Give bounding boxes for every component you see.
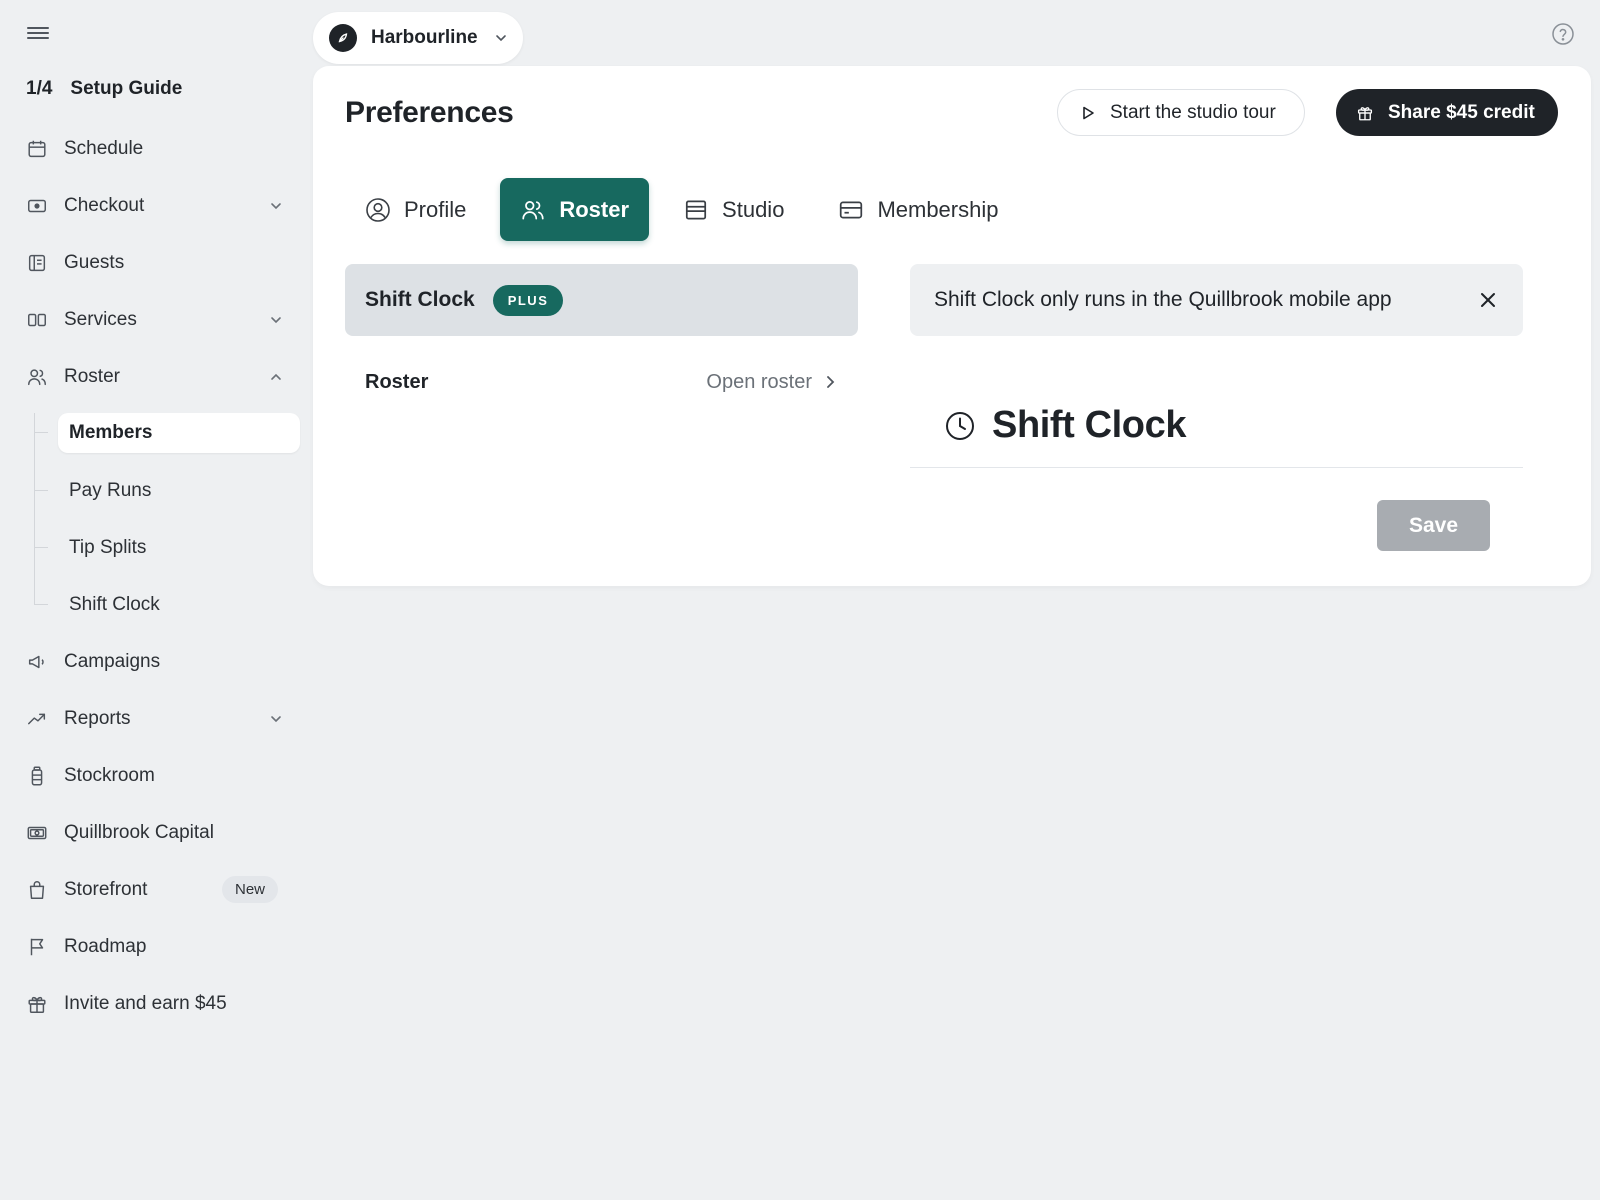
megaphone-icon <box>26 651 48 673</box>
roster-row: Roster Open roster <box>345 348 858 416</box>
setup-guide-label: Setup Guide <box>70 78 183 99</box>
start-tour-button[interactable]: Start the studio tour <box>1057 89 1305 136</box>
setup-guide-progress: 1/4 <box>26 78 53 99</box>
mobile-app-notice: Shift Clock only runs in the Quillbrook … <box>910 264 1523 336</box>
tab-roster[interactable]: Roster <box>500 178 650 241</box>
open-roster-link[interactable]: Open roster <box>706 371 838 394</box>
calendar-icon <box>26 138 48 160</box>
notice-text: Shift Clock only runs in the Quillbrook … <box>934 288 1392 311</box>
tab-profile[interactable]: Profile <box>345 178 486 241</box>
sidebar-item-label: Checkout <box>64 194 145 216</box>
sidebar-item-guests[interactable]: Guests <box>0 234 310 291</box>
close-icon[interactable] <box>1477 289 1499 311</box>
share-credit-button[interactable]: Share $45 credit <box>1336 89 1558 136</box>
roster-row-label: Roster <box>365 370 429 393</box>
chevron-down-icon[interactable] <box>268 312 284 328</box>
shopping-bag-icon <box>26 879 48 901</box>
register-icon <box>26 195 48 217</box>
user-circle-icon <box>366 197 390 222</box>
sidebar-item-label: Roadmap <box>64 935 147 957</box>
trend-up-icon <box>26 708 48 730</box>
users-icon <box>26 366 48 388</box>
setup-guide[interactable]: 1/4 Setup Guide <box>26 78 182 100</box>
contact-book-icon <box>26 252 48 274</box>
services-icon <box>26 309 48 331</box>
sidebar-item-schedule[interactable]: Schedule <box>0 120 310 177</box>
chevron-right-icon <box>827 376 835 388</box>
gift-icon <box>26 993 48 1015</box>
sidebar-item-label: Campaigns <box>64 650 161 672</box>
bottle-icon <box>26 765 48 787</box>
sidebar-item-label: Invite and earn $45 <box>64 992 227 1014</box>
tab-label: Profile <box>404 196 467 222</box>
sidebar-subitem-members[interactable]: Members <box>34 413 300 453</box>
start-tour-label: Start the studio tour <box>1110 101 1276 123</box>
sidebar-nav: Schedule Checkout Guests Services Roster… <box>0 120 310 1032</box>
credit-card-icon <box>840 201 863 218</box>
preferences-card: Preferences Start the studio tour Share … <box>313 66 1591 586</box>
sidebar-subitem-tip-splits[interactable]: Tip Splits <box>34 519 310 576</box>
feature-row-shift-clock[interactable]: Shift Clock PLUS <box>345 264 858 336</box>
gift-icon <box>1357 106 1373 120</box>
new-badge: New <box>221 876 278 903</box>
tab-studio[interactable]: Studio <box>663 178 804 241</box>
sidebar-item-label: Stockroom <box>64 764 155 786</box>
sidebar-item-label: Schedule <box>64 137 144 159</box>
sidebar-item-stockroom[interactable]: Stockroom <box>0 747 310 804</box>
sidebar-subitem-shift-clock[interactable]: Shift Clock <box>34 576 310 633</box>
tab-membership[interactable]: Membership <box>818 178 1018 241</box>
section-header: Shift Clock <box>910 384 1523 468</box>
sidebar-item-storefront[interactable]: Storefront New <box>0 861 310 918</box>
chevron-down-icon <box>493 30 509 46</box>
sidebar-item-campaigns[interactable]: Campaigns <box>0 633 310 690</box>
roster-subnav: Members Pay Runs Tip Splits Shift Clock <box>34 413 310 633</box>
storefront-icon <box>685 199 707 220</box>
sidebar-item-label: Reports <box>64 707 131 729</box>
menu-icon[interactable] <box>24 22 52 44</box>
sidebar-item-label: Guests <box>64 251 125 273</box>
sidebar-item-label: Services <box>64 308 137 330</box>
sidebar-item-label: Quillbrook Capital <box>64 821 214 843</box>
save-button[interactable]: Save <box>1377 500 1490 551</box>
org-switcher[interactable]: Harbourline <box>313 12 523 64</box>
sidebar-item-services[interactable]: Services <box>0 291 310 348</box>
tab-label: Membership <box>877 196 999 222</box>
plus-badge: PLUS <box>492 284 564 316</box>
sidebar: 1/4 Setup Guide Schedule Checkout Guests <box>0 0 310 1200</box>
org-logo-icon <box>329 24 357 52</box>
banknote-icon <box>26 822 48 844</box>
sidebar-item-roster[interactable]: Roster <box>0 348 310 405</box>
sidebar-item-checkout[interactable]: Checkout <box>0 177 310 234</box>
play-icon <box>1083 106 1094 119</box>
sidebar-item-label: Storefront <box>64 878 148 900</box>
org-name: Harbourline <box>371 27 478 48</box>
chevron-down-icon[interactable] <box>268 198 284 214</box>
section-title: Shift Clock <box>992 404 1187 446</box>
flag-icon <box>26 936 48 958</box>
sidebar-item-invite[interactable]: Invite and earn $45 <box>0 975 310 1032</box>
chevron-down-icon[interactable] <box>268 711 284 727</box>
tab-label: Studio <box>722 196 785 222</box>
page-title: Preferences <box>345 96 514 129</box>
feature-title: Shift Clock <box>365 288 475 311</box>
share-credit-label: Share $45 credit <box>1388 101 1535 123</box>
users-icon <box>522 200 544 220</box>
open-roster-label: Open roster <box>706 370 812 393</box>
sidebar-item-quillbrook-capital[interactable]: Quillbrook Capital <box>0 804 310 861</box>
sidebar-item-label: Roster <box>64 365 120 387</box>
tab-label: Roster <box>559 196 630 222</box>
sidebar-item-roadmap[interactable]: Roadmap <box>0 918 310 975</box>
help-circle-icon[interactable] <box>1551 22 1575 46</box>
preferences-tabs: Profile Roster Studio Membership <box>345 178 1032 241</box>
sidebar-item-reports[interactable]: Reports <box>0 690 310 747</box>
chevron-up-icon[interactable] <box>268 369 284 385</box>
clock-icon <box>946 411 974 440</box>
sidebar-subitem-pay-runs[interactable]: Pay Runs <box>34 462 310 519</box>
